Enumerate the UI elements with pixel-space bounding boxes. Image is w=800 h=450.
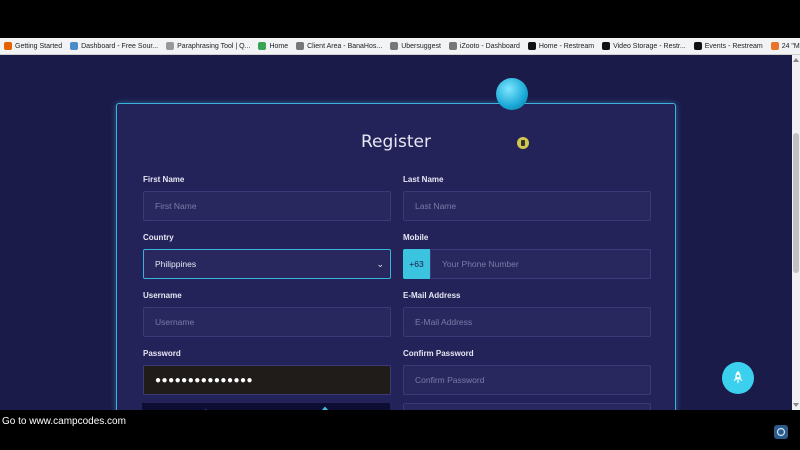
confirm-password-label: Confirm Password bbox=[403, 349, 474, 358]
bookmark-item[interactable]: Ubersuggest bbox=[390, 42, 441, 50]
chevron-down-icon: ⌄ bbox=[376, 258, 384, 269]
confirm-password-field[interactable]: Confirm Password bbox=[403, 365, 651, 395]
bookmark-item[interactable]: Home - Restream bbox=[527, 42, 595, 50]
email-field[interactable]: E-Mail Address bbox=[403, 307, 651, 337]
country-label: Country bbox=[143, 233, 174, 242]
country-select[interactable]: Philippines ⌄ bbox=[143, 249, 391, 279]
first-name-label: First Name bbox=[143, 175, 185, 184]
bookmark-label: Home bbox=[269, 42, 289, 50]
bookmark-favicon-icon bbox=[70, 42, 79, 50]
rocket-button[interactable] bbox=[722, 362, 754, 394]
bookmark-label: Client Area - BanaHos... bbox=[307, 42, 383, 50]
rocket-icon bbox=[733, 371, 743, 384]
mobile-prefix: +63 bbox=[403, 249, 430, 279]
bookmark-favicon-icon bbox=[448, 42, 457, 50]
bookmark-label: 24 "Must Have" Word... bbox=[781, 42, 800, 50]
mouse-cursor-indicator bbox=[517, 137, 529, 149]
extension-icon[interactable] bbox=[774, 425, 788, 439]
bookmark-item[interactable]: Video Storage - Restr... bbox=[602, 42, 686, 50]
scroll-up-arrow[interactable] bbox=[793, 58, 799, 62]
username-field[interactable]: Username bbox=[143, 307, 391, 337]
page-scrollbar[interactable] bbox=[792, 55, 800, 410]
page-content: Register First Name First Name Last Name… bbox=[0, 55, 792, 410]
bookmark-favicon-icon bbox=[770, 42, 779, 50]
captcha-partial bbox=[142, 403, 390, 410]
bookmark-label: Paraphrasing Tool | Q... bbox=[177, 42, 251, 50]
last-name-field[interactable]: Last Name bbox=[403, 191, 651, 221]
bookmark-item[interactable]: Paraphrasing Tool | Q... bbox=[166, 42, 250, 50]
bookmark-item[interactable]: iZooto - Dashboard bbox=[448, 42, 520, 50]
username-label: Username bbox=[143, 291, 182, 300]
password-label: Password bbox=[143, 349, 181, 358]
bookmark-item[interactable]: Dashboard - Free Sour... bbox=[70, 42, 158, 50]
bookmark-label: Home - Restream bbox=[538, 42, 595, 50]
bookmark-label: Events - Restream bbox=[704, 42, 763, 50]
bookmark-favicon-icon bbox=[527, 42, 536, 50]
bookmark-favicon-icon bbox=[296, 42, 305, 50]
bookmark-label: iZooto - Dashboard bbox=[459, 42, 520, 50]
bookmark-favicon-icon bbox=[258, 42, 267, 50]
mobile-label: Mobile bbox=[403, 233, 429, 242]
status-bar: Go to www.campcodes.com bbox=[0, 410, 800, 450]
page-title: Register bbox=[361, 132, 431, 152]
bookmark-favicon-icon bbox=[602, 42, 611, 50]
password-field[interactable]: ●●●●●●●●●●●●●●● bbox=[143, 365, 391, 395]
bookmark-label: Dashboard - Free Sour... bbox=[81, 42, 159, 50]
bookmark-label: Ubersuggest bbox=[401, 42, 441, 50]
bookmark-favicon-icon bbox=[390, 42, 399, 50]
bookmark-favicon-icon bbox=[4, 42, 12, 50]
bookmark-favicon-icon bbox=[166, 42, 175, 50]
register-card: Register First Name First Name Last Name… bbox=[116, 103, 676, 410]
bookmark-item[interactable]: Events - Restream bbox=[693, 42, 763, 50]
bookmark-label: Getting Started bbox=[15, 42, 63, 50]
scroll-down-arrow[interactable] bbox=[793, 403, 799, 407]
last-name-label: Last Name bbox=[403, 175, 444, 184]
country-value: Philippines bbox=[155, 259, 197, 269]
status-link-text: Go to www.campcodes.com bbox=[2, 416, 126, 427]
bookmark-item[interactable]: Home bbox=[258, 42, 288, 50]
mobile-field[interactable]: Your Phone Number bbox=[430, 249, 651, 279]
bookmark-favicon-icon bbox=[693, 42, 702, 50]
logo-orb bbox=[496, 78, 528, 110]
bookmark-label: Video Storage - Restr... bbox=[613, 42, 686, 50]
bookmarks-bar: Getting Started Dashboard - Free Sour... P… bbox=[0, 38, 800, 55]
bookmark-item[interactable]: Getting Started bbox=[4, 42, 62, 50]
email-label: E-Mail Address bbox=[403, 291, 461, 300]
bookmark-item[interactable]: 24 "Must Have" Word... bbox=[770, 42, 800, 50]
scroll-thumb[interactable] bbox=[793, 133, 799, 273]
first-name-field[interactable]: First Name bbox=[143, 191, 391, 221]
next-field-partial[interactable] bbox=[403, 403, 651, 410]
browser-top-bar bbox=[0, 0, 800, 38]
bookmark-item[interactable]: Client Area - BanaHos... bbox=[296, 42, 382, 50]
